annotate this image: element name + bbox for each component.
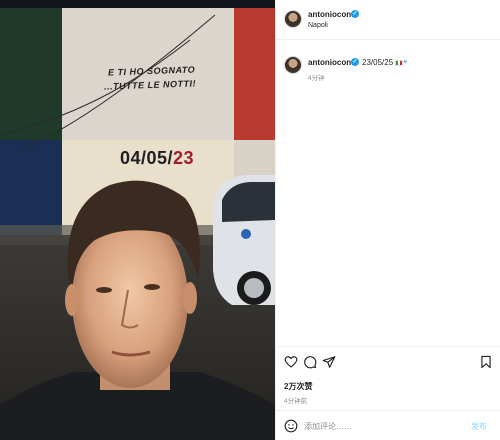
share-icon[interactable] [322,355,336,369]
author-avatar[interactable] [284,10,302,28]
verified-badge-icon: ✓ [351,58,359,66]
emoji-icon[interactable] [284,419,298,433]
post-photo[interactable]: E TI HO SOGNATO ...TUTTE LE NOTTI! 04/05… [0,0,275,440]
comment-input[interactable] [304,419,454,433]
comment-icon[interactable] [303,355,317,369]
post-side-panel: antonioconte ✓ Napoli antonioconte ✓ 23/… [275,0,500,440]
bookmark-icon[interactable] [479,355,493,369]
caption-timestamp: 4分钟 [308,75,325,82]
comment-bar: 发布 [276,410,500,440]
italy-flag-icon [395,59,404,66]
wall-date: 04/05/23 [120,148,194,169]
light-blue-heart-icon: ♥ [403,59,408,67]
post-header: antonioconte ✓ Napoli [276,0,500,40]
post-actions: 2万次赞 4分钟前 [276,346,500,410]
heart-icon[interactable] [284,355,298,369]
post-comment-button[interactable]: 发布 [471,421,487,432]
instagram-post: E TI HO SOGNATO ...TUTTE LE NOTTI! 04/05… [0,0,500,440]
verified-badge-icon: ✓ [351,10,359,18]
caption-author-avatar[interactable] [284,56,302,74]
post-location[interactable]: Napoli [308,22,328,29]
wall-date-year: 23 [173,148,195,168]
caption-text: 23/05/25 ♥ [362,58,407,67]
wall-date-daymonth: 04/05/ [120,148,174,168]
post-timestamp[interactable]: 4分钟前 [284,395,307,405]
caption-date: 23/05/25 [362,58,394,67]
like-count[interactable]: 2万次赞 [284,381,312,392]
